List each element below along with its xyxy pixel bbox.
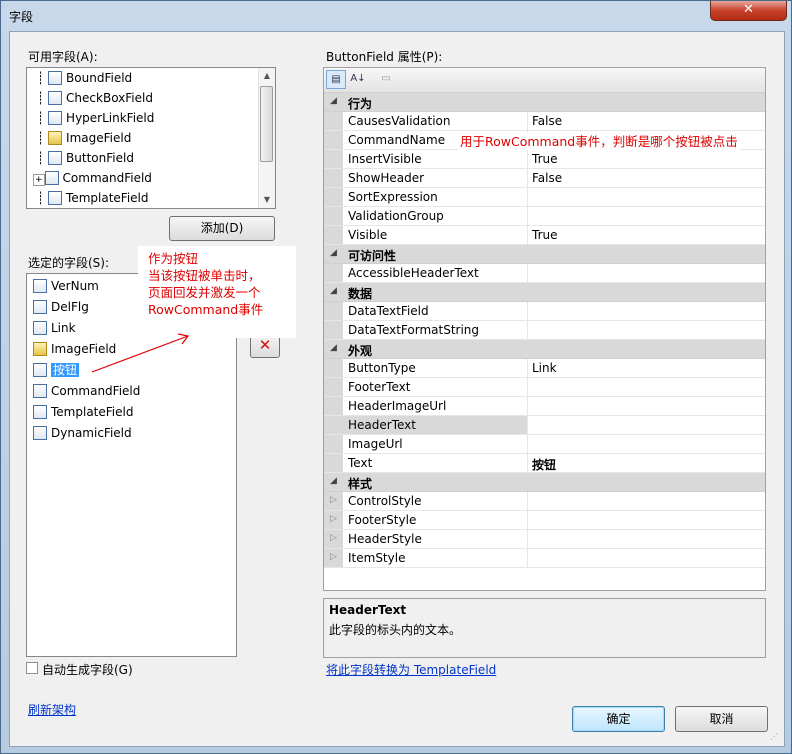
delete-x-icon: ✕ <box>258 336 272 354</box>
property-row[interactable]: SortExpression <box>324 188 765 207</box>
refresh-schema-link[interactable]: 刷新架构 <box>28 701 76 718</box>
annotation-line: 当该按钮被单击时， <box>148 268 261 283</box>
property-row[interactable]: ImageUrl <box>324 435 765 454</box>
annotation-line: 作为按钮 <box>148 251 199 266</box>
window-title: 字段 <box>9 10 34 24</box>
commandname-annotation: 用于RowCommand事件，判断是哪个按钮被点击 <box>458 133 740 150</box>
collapse-icon[interactable]: ◢ <box>330 248 337 258</box>
expand-arrow-icon[interactable]: ▷ <box>330 552 337 562</box>
expand-arrow-icon[interactable]: ▷ <box>330 533 337 543</box>
description-text: 此字段的标头内的文本。 <box>329 623 462 637</box>
list-item[interactable]: Link <box>33 318 76 338</box>
dialog-window: 字段 ✕ 可用字段(A): ┊ BoundField ┊ CheckBoxFie… <box>0 0 792 754</box>
checkbox-icon <box>48 90 63 105</box>
expand-plus-icon[interactable]: + <box>33 174 45 186</box>
property-row-selected[interactable]: HeaderText <box>324 416 765 435</box>
expand-arrow-icon[interactable]: ▷ <box>330 514 337 524</box>
collapse-icon[interactable]: ◢ <box>330 476 337 486</box>
property-row[interactable]: InsertVisible True <box>324 150 765 169</box>
annotation-line: RowCommand事件 <box>148 302 264 317</box>
description-title: HeaderText <box>329 603 407 617</box>
annotation-line: 页面回发并激发一个 <box>148 285 261 300</box>
dynamic-icon <box>33 425 47 440</box>
scroll-thumb[interactable] <box>260 86 273 162</box>
categorized-icon[interactable]: ▤ <box>326 70 346 89</box>
available-list-scrollbar[interactable]: ▲ ▼ <box>258 68 275 208</box>
category-appearance[interactable]: ◢ 外观 <box>324 340 765 359</box>
list-item[interactable]: ┊ ImageField <box>37 128 131 148</box>
button-icon <box>33 362 47 377</box>
auto-generate-label: 自动生成字段(G) <box>42 663 133 677</box>
image-icon <box>33 341 47 356</box>
hyperlink-icon <box>33 320 47 335</box>
property-row[interactable]: Text 按钮 <box>324 454 765 473</box>
category-data[interactable]: ◢ 数据 <box>324 283 765 302</box>
scroll-down-icon[interactable]: ▼ <box>259 192 275 208</box>
add-button[interactable]: 添加(D) <box>169 216 275 241</box>
list-item[interactable]: ┊ BoundField <box>37 68 132 88</box>
dialog-client: 可用字段(A): ┊ BoundField ┊ CheckBoxField ┊ … <box>9 31 785 747</box>
category-style[interactable]: ◢ 样式 <box>324 473 765 492</box>
list-item[interactable]: TemplateField <box>33 402 133 422</box>
property-row[interactable]: ▷ FooterStyle <box>324 511 765 530</box>
property-row[interactable]: HeaderImageUrl <box>324 397 765 416</box>
property-row[interactable]: ▷ ItemStyle <box>324 549 765 568</box>
title-bar: 字段 ✕ <box>1 1 792 31</box>
command-icon <box>44 170 59 185</box>
property-toolbar: ▤ A↓ ▭ <box>324 68 765 93</box>
list-item[interactable]: VerNum <box>33 276 99 296</box>
property-row[interactable]: Visible True <box>324 226 765 245</box>
expand-arrow-icon[interactable]: ▷ <box>330 495 337 505</box>
category-accessibility[interactable]: ◢ 可访问性 <box>324 245 765 264</box>
list-item[interactable]: ┊ ButtonField <box>37 148 134 168</box>
image-icon <box>48 130 63 145</box>
convert-templatefield-link[interactable]: 将此字段转换为 TemplateField <box>326 661 496 678</box>
alphabetical-icon[interactable]: A↓ <box>348 70 368 89</box>
description-panel: HeaderText 此字段的标头内的文本。 <box>323 598 766 658</box>
properties-label: ButtonField 属性(P): <box>326 50 443 64</box>
property-pages-icon[interactable]: ▭ <box>376 70 396 89</box>
list-item[interactable]: DelFlg <box>33 297 89 317</box>
scroll-up-icon[interactable]: ▲ <box>259 68 275 84</box>
close-button[interactable]: ✕ <box>710 1 787 21</box>
resize-grip-icon[interactable]: ⋰ <box>770 732 780 742</box>
property-row[interactable]: FooterText <box>324 378 765 397</box>
checkbox-icon <box>33 299 47 314</box>
list-item[interactable]: ┊ CheckBoxField <box>37 88 153 108</box>
cancel-button[interactable]: 取消 <box>675 706 768 732</box>
boundfield-icon <box>48 70 63 85</box>
property-row[interactable]: ButtonType Link <box>324 359 765 378</box>
available-fields-label: 可用字段(A): <box>28 50 98 64</box>
list-item[interactable]: + CommandField <box>33 168 152 188</box>
collapse-icon[interactable]: ◢ <box>330 343 337 353</box>
list-item[interactable]: DynamicField <box>33 423 132 443</box>
property-row[interactable]: ShowHeader False <box>324 169 765 188</box>
command-icon <box>33 383 47 398</box>
property-row[interactable]: DataTextField <box>324 302 765 321</box>
selected-fields-label: 选定的字段(S): <box>28 256 110 270</box>
property-row[interactable]: DataTextFormatString <box>324 321 765 340</box>
property-row[interactable]: AccessibleHeaderText <box>324 264 765 283</box>
list-item[interactable]: ┊ TemplateField <box>37 188 149 208</box>
hyperlink-icon <box>48 110 63 125</box>
property-row[interactable]: ▷ ControlStyle <box>324 492 765 511</box>
template-icon <box>33 404 47 419</box>
ok-button[interactable]: 确定 <box>572 706 665 732</box>
button-icon <box>48 150 63 165</box>
list-item[interactable]: CommandField <box>33 381 140 401</box>
available-fields-list[interactable]: ┊ BoundField ┊ CheckBoxField ┊ HyperLink… <box>26 67 276 209</box>
property-rows: ◢ 行为 CausesValidation False CommandName In… <box>324 93 765 590</box>
property-row[interactable]: CausesValidation False <box>324 112 765 131</box>
boundfield-icon <box>33 278 47 293</box>
list-item-selected[interactable]: 按钮 <box>33 360 80 380</box>
template-icon <box>48 190 63 205</box>
property-row[interactable]: ValidationGroup <box>324 207 765 226</box>
category-behavior[interactable]: ◢ 行为 <box>324 93 765 112</box>
property-row[interactable]: ▷ HeaderStyle <box>324 530 765 549</box>
auto-generate-checkbox[interactable] <box>26 662 38 674</box>
collapse-icon[interactable]: ◢ <box>330 286 337 296</box>
list-item[interactable]: ┊ HyperLinkField <box>37 108 154 128</box>
collapse-icon[interactable]: ◢ <box>330 96 337 106</box>
annotation-arrow <box>91 333 190 373</box>
